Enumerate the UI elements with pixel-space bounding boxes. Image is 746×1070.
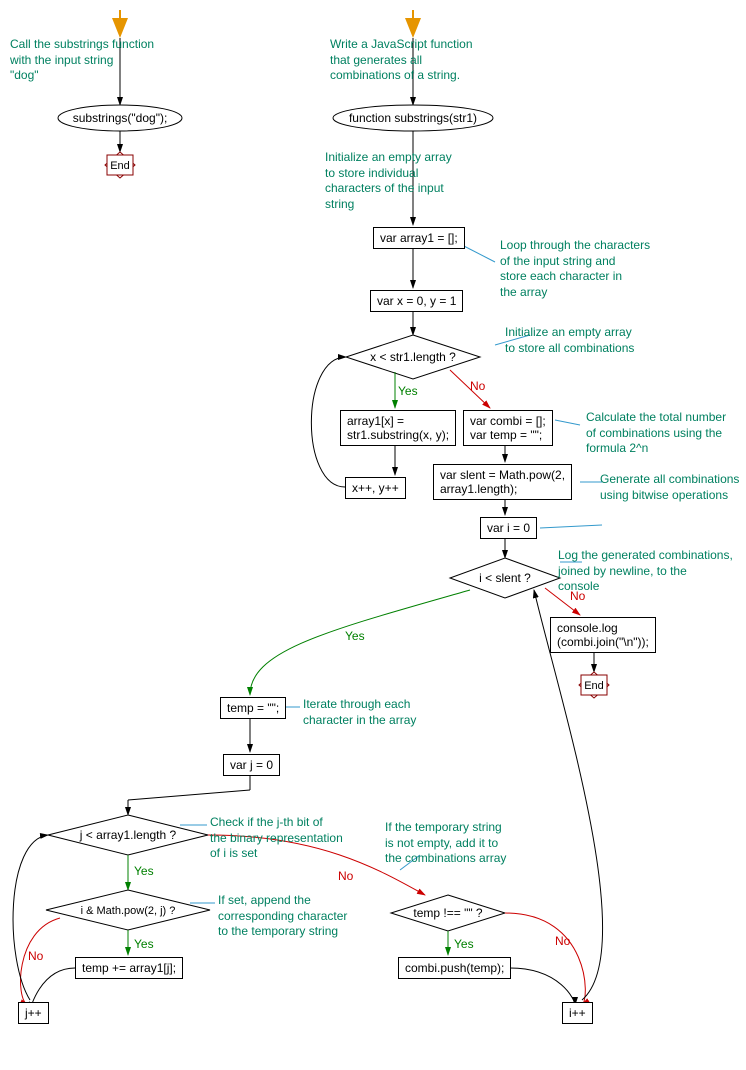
ann-log: Log the generated combinations, joined b… (558, 548, 746, 595)
svg-text:Yes: Yes (398, 384, 418, 398)
box-xy-pp: x++, y++ (345, 477, 406, 499)
ann-tempne: If the temporary string is not empty, ad… (385, 820, 555, 867)
box-combi-init: var combi = []; var temp = ""; (463, 410, 553, 446)
ann-init-combi: Initialize an empty array to store all c… (505, 325, 685, 356)
box-combi-push: combi.push(temp); (398, 957, 511, 979)
ann-checkbit: Check if the j-th bit of the binary repr… (210, 815, 380, 862)
svg-text:No: No (28, 949, 44, 963)
svg-text:temp !== "" ?: temp !== "" ? (413, 906, 483, 920)
svg-text:End: End (584, 680, 604, 692)
box-temp-append: temp += array1[j]; (75, 957, 183, 979)
ann-init-array: Initialize an empty array to store indiv… (325, 150, 495, 212)
ann-append: If set, append the corresponding charact… (218, 893, 388, 940)
ann-gen: Generate all combinations using bitwise … (600, 472, 746, 503)
svg-text:x < str1.length ?: x < str1.length ? (370, 350, 456, 364)
box-temp-clear: temp = ""; (220, 697, 286, 719)
ann-slent: Calculate the total number of combinatio… (586, 410, 746, 457)
box-console-log: console.log (combi.join("\n")); (550, 617, 656, 653)
box-array-assign: array1[x] = str1.substring(x, y); (340, 410, 456, 446)
svg-text:No: No (555, 934, 571, 948)
svg-text:i < slent ?: i < slent ? (479, 571, 531, 585)
box-xy-init: var x = 0, y = 1 (370, 290, 463, 312)
ann-title: Write a JavaScript function that generat… (330, 37, 530, 84)
ann-iter: Iterate through each character in the ar… (303, 697, 463, 728)
svg-text:j < array1.length ?: j < array1.length ? (79, 828, 177, 842)
box-j0: var j = 0 (223, 754, 280, 776)
box-jpp: j++ (18, 1002, 49, 1024)
svg-text:Yes: Yes (134, 864, 154, 878)
ann-loop-chars: Loop through the characters of the input… (500, 238, 690, 300)
left-start-terminator: substrings("dog"); (58, 111, 182, 125)
svg-text:i & Math.pow(2, j) ?: i & Math.pow(2, j) ? (81, 905, 176, 917)
box-array1-init: var array1 = []; (373, 227, 465, 249)
main-start-terminator: function substrings(str1) (333, 111, 493, 125)
svg-text:Yes: Yes (134, 937, 154, 951)
svg-text:Yes: Yes (345, 629, 365, 643)
ann-left-call: Call the substrings function with the in… (10, 37, 190, 84)
svg-text:Yes: Yes (454, 937, 474, 951)
svg-text:End: End (110, 160, 130, 172)
svg-text:No: No (338, 869, 354, 883)
box-slent: var slent = Math.pow(2, array1.length); (433, 464, 572, 500)
box-i0: var i = 0 (480, 517, 537, 539)
svg-text:No: No (470, 379, 486, 393)
box-ipp: i++ (562, 1002, 593, 1024)
